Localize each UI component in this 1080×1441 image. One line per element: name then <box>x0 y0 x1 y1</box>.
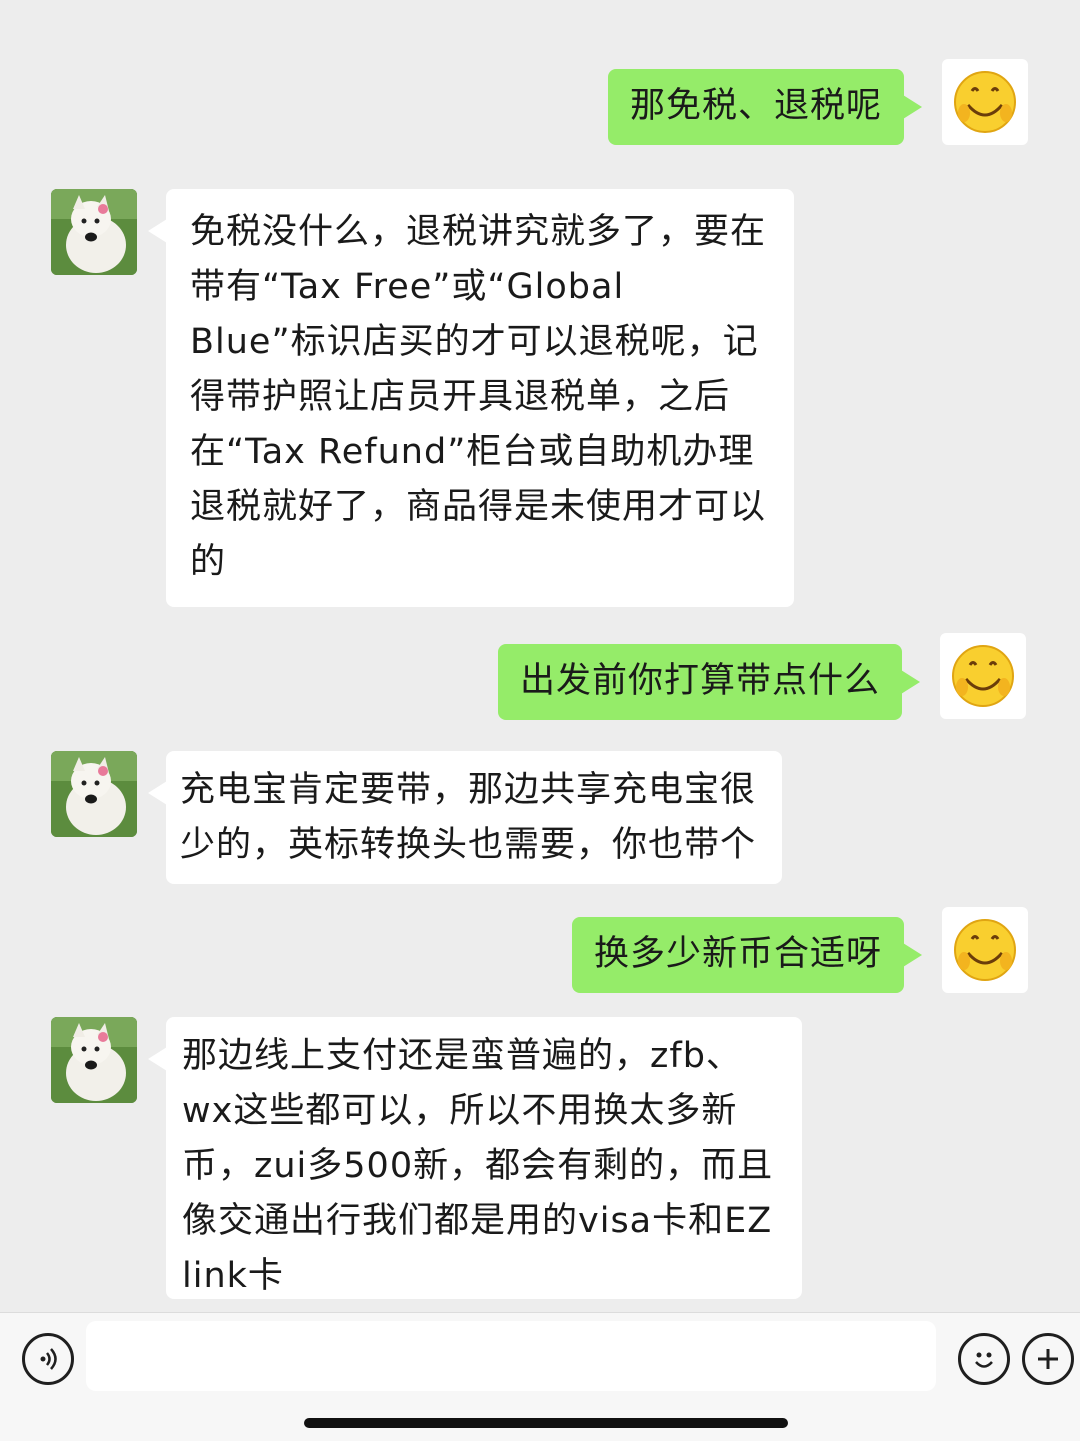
message-text: 充电宝肯定要带，那边共享充电宝很少的，英标转换头也需要，你也带个 <box>180 770 757 865</box>
message-text: 那边线上支付还是蛮普遍的，zfb、wx这些都可以，所以不用换太多新币，zui多5… <box>182 1036 774 1296</box>
white-dog-avatar <box>51 1017 137 1103</box>
message-text: 出发前你打算带点什么 <box>519 661 880 701</box>
contact-message-bubble[interactable]: 免税没什么，退税讲究就多了，要在带有“Tax Free”或“Global Blu… <box>148 189 794 607</box>
contact-message-bubble[interactable]: 那边线上支付还是蛮普遍的，zfb、wx这些都可以，所以不用换太多新币，zui多5… <box>148 1017 802 1299</box>
message-text: 换多少新币合适呀 <box>593 934 882 974</box>
my-message-bubble[interactable]: 那免税、退税呢 <box>607 69 923 145</box>
message-text: 那免税、退税呢 <box>629 86 882 126</box>
my-avatar[interactable] <box>940 633 1026 719</box>
voice-button[interactable] <box>22 1333 74 1385</box>
my-message-bubble[interactable]: 出发前你打算带点什么 <box>497 644 921 720</box>
contact-avatar[interactable] <box>51 189 137 275</box>
contact-avatar[interactable] <box>51 751 137 837</box>
voice-icon <box>40 1348 57 1370</box>
smiley-emoji-icon <box>954 919 1016 981</box>
emoji-icon <box>975 1352 993 1368</box>
smiley-emoji-icon <box>952 645 1014 707</box>
emoji-button[interactable] <box>958 1333 1010 1385</box>
plus-icon <box>1038 1349 1058 1369</box>
contact-avatar[interactable] <box>51 1017 137 1103</box>
message-text: 免税没什么，退税讲究就多了，要在带有“Tax Free”或“Global Blu… <box>190 212 767 582</box>
smiley-emoji-icon <box>954 71 1016 133</box>
white-dog-avatar <box>51 751 137 837</box>
message-input[interactable] <box>86 1321 936 1391</box>
my-avatar[interactable] <box>942 59 1028 145</box>
my-message-bubble[interactable]: 换多少新币合适呀 <box>571 917 923 993</box>
white-dog-avatar <box>51 189 137 275</box>
add-button[interactable] <box>1022 1333 1074 1385</box>
home-indicator <box>304 1418 788 1428</box>
chat-message-list: 那免税、退税呢 免税没什么，退税讲究就多了，要在带有“Tax Free”或“Gl… <box>0 0 1080 1312</box>
contact-message-bubble[interactable]: 充电宝肯定要带，那边共享充电宝很少的，英标转换头也需要，你也带个 <box>148 751 782 884</box>
my-avatar[interactable] <box>942 907 1028 993</box>
